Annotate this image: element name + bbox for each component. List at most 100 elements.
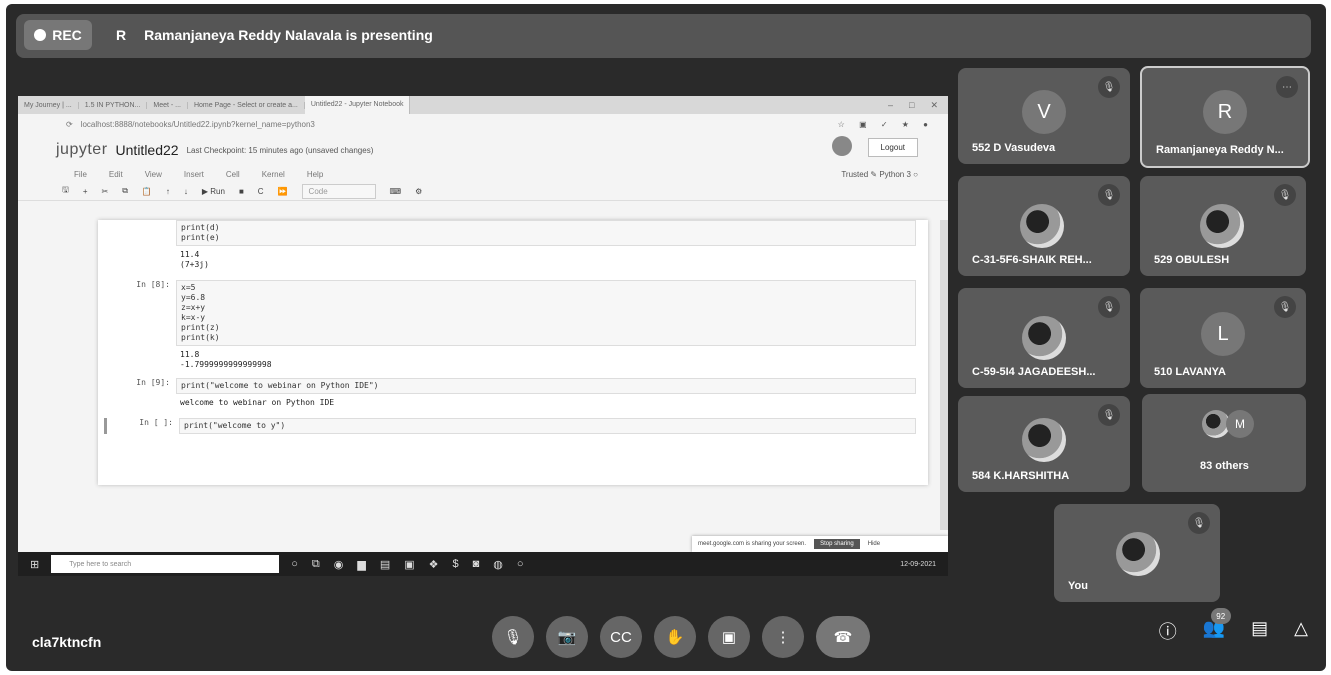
- kernel-status: Trusted ✎ Python 3 ○: [841, 170, 918, 179]
- jupyter-logo[interactable]: jupyter: [56, 141, 108, 159]
- mic-off-icon: 🎙: [1098, 184, 1120, 206]
- store-icon[interactable]: ▤: [380, 558, 390, 571]
- activities-icon[interactable]: △: [1294, 618, 1308, 644]
- copy-icon[interactable]: ⧉: [122, 186, 128, 196]
- chrome-icon[interactable]: ◉: [334, 558, 344, 571]
- participant-tile[interactable]: 🎙 584 K.HARSHITHA: [958, 396, 1130, 492]
- menu-file[interactable]: File: [74, 170, 87, 179]
- participant-tile[interactable]: V 🎙 552 D Vasudeva: [958, 68, 1130, 164]
- stop-sharing-button[interactable]: Stop sharing: [814, 539, 860, 549]
- participant-name: 510 LAVANYA: [1154, 366, 1226, 378]
- app-icon[interactable]: ◍: [493, 558, 503, 571]
- participant-tile[interactable]: 🎙 529 OBULESH: [1140, 176, 1306, 276]
- reload-icon[interactable]: ⟳: [66, 120, 73, 129]
- avatar: L: [1201, 312, 1245, 356]
- keyboard-icon[interactable]: ⌨: [390, 187, 402, 196]
- participant-tile[interactable]: 🎙 C-59-5I4 JAGADEESH...: [958, 288, 1130, 388]
- page-scrollbar[interactable]: [940, 220, 948, 530]
- cortana-icon[interactable]: ○: [291, 558, 298, 571]
- notebook-cell-active[interactable]: In [ ]: print("welcome to y"): [104, 418, 928, 434]
- shared-screen: My Journey | ... 1.5 IN PYTHON... Meet -…: [18, 96, 948, 576]
- others-tile[interactable]: M 83 others: [1142, 394, 1306, 492]
- camera-off-icon[interactable]: 📷: [546, 616, 588, 658]
- browser-tab-active[interactable]: Untitled22 - Jupyter Notebook: [304, 96, 411, 114]
- mic-off-icon[interactable]: 🎙: [492, 616, 534, 658]
- participant-name: 529 OBULESH: [1154, 254, 1230, 266]
- meeting-info-icon[interactable]: ⓘ: [1159, 618, 1177, 644]
- notebook-title[interactable]: Untitled22: [116, 142, 179, 158]
- app-icon[interactable]: $: [453, 558, 459, 571]
- stop-icon[interactable]: ■: [239, 187, 244, 196]
- menu-view[interactable]: View: [145, 170, 162, 179]
- cell-output: 11.4 (7+3j): [180, 250, 209, 269]
- command-palette-icon[interactable]: ⚙: [415, 187, 422, 196]
- cell-type-select[interactable]: Code: [301, 183, 376, 199]
- cell-code[interactable]: print(d) print(e): [176, 220, 916, 246]
- trusted-badge[interactable]: Trusted: [841, 170, 868, 179]
- menu-cell[interactable]: Cell: [226, 170, 240, 179]
- browser-tab[interactable]: My Journey | ...: [18, 101, 79, 109]
- menu-help[interactable]: Help: [307, 170, 323, 179]
- browser-tab[interactable]: 1.5 IN PYTHON...: [79, 101, 148, 109]
- logout-button[interactable]: Logout: [867, 138, 918, 157]
- menu-kernel[interactable]: Kernel: [262, 170, 285, 179]
- notebook-cell[interactable]: In [8]: x=5 y=6.8 z=x+y k=x-y print(z) p…: [104, 280, 928, 374]
- browser-tab[interactable]: Meet - ...: [147, 101, 188, 109]
- cell-prompt: In [9]:: [136, 378, 170, 387]
- top-bar: REC R Ramanjaneya Reddy Nalavala is pres…: [16, 14, 1311, 58]
- windows-start-icon[interactable]: ⊞: [18, 558, 39, 571]
- browser-tabs: My Journey | ... 1.5 IN PYTHON... Meet -…: [18, 96, 948, 114]
- more-options-icon[interactable]: ⋮: [762, 616, 804, 658]
- cell-prompt: In [8]:: [136, 280, 170, 289]
- hide-button[interactable]: Hide: [868, 541, 880, 547]
- add-cell-icon[interactable]: +: [83, 187, 88, 196]
- participant-tile[interactable]: 🎙 C-31-5F6-SHAIK REH...: [958, 176, 1130, 276]
- url-text[interactable]: localhost:8888/notebooks/Untitled22.ipyn…: [81, 120, 315, 129]
- save-icon[interactable]: 🖫: [62, 184, 69, 198]
- present-screen-icon[interactable]: ▣: [708, 616, 750, 658]
- browser-tab[interactable]: Home Page - Select or create a...: [188, 101, 305, 109]
- leave-call-button[interactable]: ☎: [816, 616, 870, 658]
- participant-name: 584 K.HARSHITHA: [972, 470, 1070, 482]
- self-tile[interactable]: 🎙 You: [1054, 504, 1220, 602]
- window-controls[interactable]: – □ ✕: [888, 100, 948, 111]
- participant-tile-pinned[interactable]: R ⋯ Ramanjaneya Reddy N...: [1140, 66, 1310, 168]
- task-view-icon[interactable]: ⧉: [312, 558, 320, 571]
- participant-tile[interactable]: L 🎙 510 LAVANYA: [1140, 288, 1306, 388]
- cell-code[interactable]: print("welcome to y"): [179, 418, 916, 434]
- app-icon[interactable]: ○: [517, 558, 524, 571]
- menu-insert[interactable]: Insert: [184, 170, 204, 179]
- paste-icon[interactable]: 📋: [142, 187, 152, 196]
- app-icon[interactable]: ▣: [404, 558, 414, 571]
- address-bar[interactable]: ⟳ localhost:8888/notebooks/Untitled22.ip…: [18, 114, 948, 134]
- chat-icon[interactable]: ▤: [1251, 618, 1268, 644]
- avatar-photo: [1022, 316, 1066, 360]
- cell-code[interactable]: x=5 y=6.8 z=x+y k=x-y print(z) print(k): [176, 280, 916, 346]
- close-icon[interactable]: ✕: [930, 100, 938, 111]
- taskbar-apps[interactable]: ○ ⧉ ◉ ▆ ▤ ▣ ❖ $ ◙ ◍ ○: [291, 558, 523, 571]
- raise-hand-icon[interactable]: ✋: [654, 616, 696, 658]
- run-button[interactable]: ▶ Run: [202, 187, 225, 196]
- move-down-icon[interactable]: ↓: [184, 187, 188, 196]
- folder-icon[interactable]: ▆: [357, 558, 365, 571]
- call-controls: 🎙 📷 CC ✋ ▣ ⋮ ☎: [492, 616, 870, 658]
- cut-icon[interactable]: ✂: [102, 187, 109, 196]
- maximize-icon[interactable]: □: [909, 100, 914, 111]
- taskbar-search[interactable]: Type here to search: [51, 555, 280, 573]
- restart-icon[interactable]: C: [258, 187, 264, 196]
- dropbox-icon[interactable]: ❖: [429, 558, 439, 571]
- notebook-cell[interactable]: print(d) print(e) 11.4 (7+3j): [104, 220, 928, 274]
- people-icon[interactable]: 👥 92: [1203, 608, 1231, 644]
- edit-pencil-icon[interactable]: ✎: [870, 170, 879, 179]
- taskbar-clock: 12-09-2021: [900, 560, 936, 568]
- minimize-icon[interactable]: –: [888, 100, 893, 111]
- move-up-icon[interactable]: ↑: [166, 187, 170, 196]
- cell-code[interactable]: print("welcome to webinar on Python IDE"…: [176, 378, 916, 394]
- captions-icon[interactable]: CC: [600, 616, 642, 658]
- app-icon[interactable]: ◙: [473, 558, 480, 571]
- browser-extension-icons[interactable]: ☆ ▣ ✓ ★ ●: [838, 120, 948, 129]
- menu-edit[interactable]: Edit: [109, 170, 123, 179]
- more-options-icon[interactable]: ⋯: [1276, 76, 1298, 98]
- notebook-cell[interactable]: In [9]: print("welcome to webinar on Pyt…: [104, 378, 928, 412]
- fast-forward-icon[interactable]: ⏩: [278, 187, 288, 196]
